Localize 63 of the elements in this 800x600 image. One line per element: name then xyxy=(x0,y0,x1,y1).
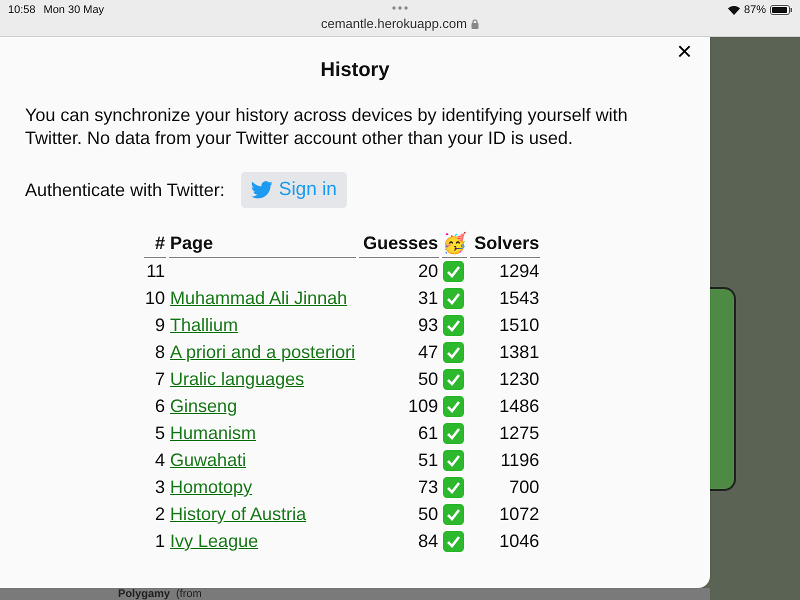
table-cell-text: 1543 xyxy=(498,287,540,310)
status-date: Mon 30 May xyxy=(44,4,104,16)
table-cell-text: 1046 xyxy=(498,530,540,553)
page-link[interactable]: Homotopy xyxy=(170,477,252,497)
table-cell-text: 1294 xyxy=(498,260,540,283)
table-cell-text: 20 xyxy=(417,260,440,283)
table-cell-text: 9 xyxy=(154,314,166,337)
table-cell-text: 73 xyxy=(417,476,440,499)
lock-icon xyxy=(470,18,479,28)
page-link[interactable]: A priori and a posteriori xyxy=(170,342,356,362)
table-cell-text: 93 xyxy=(417,314,440,337)
table-cell-text: 31 xyxy=(417,287,440,310)
table-cell-text: 1486 xyxy=(498,395,540,418)
table-cell-text: 7 xyxy=(154,368,166,391)
table-cell-text: 1510 xyxy=(498,314,540,337)
table-cell-text: 6 xyxy=(154,395,166,418)
table-cell-text: 109 xyxy=(407,395,440,418)
table-cell-text: 11 xyxy=(145,260,166,283)
table-cell-text: 1275 xyxy=(498,422,540,445)
column-header: Page xyxy=(169,230,356,258)
table-cell-text: 50 xyxy=(417,503,440,526)
party-emoji: 🥳 xyxy=(442,230,468,258)
modal-title: History xyxy=(320,59,390,82)
wifi-icon xyxy=(728,6,740,14)
page-link[interactable]: Guwahati xyxy=(170,450,246,470)
table-cell-text: 3 xyxy=(154,476,166,499)
table-cell-text: 10 xyxy=(144,287,166,310)
page-link[interactable]: Ginseng xyxy=(170,396,238,416)
column-header: Guesses xyxy=(359,230,440,258)
description-text: You can synchronize your history across devices by identifying yourself with Twitter. No data from your Twitter account other than your ID is used. xyxy=(25,104,629,150)
battery-icon xyxy=(770,5,792,15)
table-cell-text: 51 xyxy=(417,449,440,472)
column-header: Solvers xyxy=(470,230,540,258)
table-cell-text: 2 xyxy=(154,503,166,526)
table-cell-text: 50 xyxy=(417,368,440,391)
table-cell-text: 1196 xyxy=(500,449,540,472)
bird-icon xyxy=(250,181,273,199)
auth-label: Authenticate with Twitter: xyxy=(25,180,225,200)
table-cell-text: 1381 xyxy=(498,341,540,364)
page-link[interactable]: Ivy League xyxy=(170,531,258,551)
page-link[interactable]: Humanism xyxy=(170,423,256,443)
battery-percent: 87% xyxy=(744,4,766,16)
background-note: (from xyxy=(176,589,202,600)
page-link[interactable]: History of Austria xyxy=(170,504,306,524)
background-word: Polygamy xyxy=(118,589,170,600)
table-cell-text: 61 xyxy=(417,422,440,445)
more-dots-icon[interactable] xyxy=(392,6,408,10)
page-link[interactable]: Uralic languages xyxy=(170,369,304,389)
table-cell-text: 1072 xyxy=(498,503,540,526)
page-link[interactable]: Muhammad Ali Jinnah xyxy=(170,288,348,308)
table-cell-text: 8 xyxy=(154,341,166,364)
page-link[interactable]: Thallium xyxy=(170,315,238,335)
table-cell-text: 84 xyxy=(417,530,440,553)
table-cell-text: 5 xyxy=(154,422,166,445)
status-time: 10:58 xyxy=(8,4,36,16)
column-header: # xyxy=(144,230,166,258)
url-text[interactable]: cemantle.herokuapp.com xyxy=(321,16,467,31)
table-cell-text: 700 xyxy=(508,476,540,499)
table-cell-text: 1230 xyxy=(498,368,540,391)
table-cell-text: 47 xyxy=(417,341,440,364)
table-cell-text: 4 xyxy=(154,449,166,472)
table-cell-text: 1 xyxy=(154,530,166,553)
close-button[interactable]: × xyxy=(676,37,692,65)
